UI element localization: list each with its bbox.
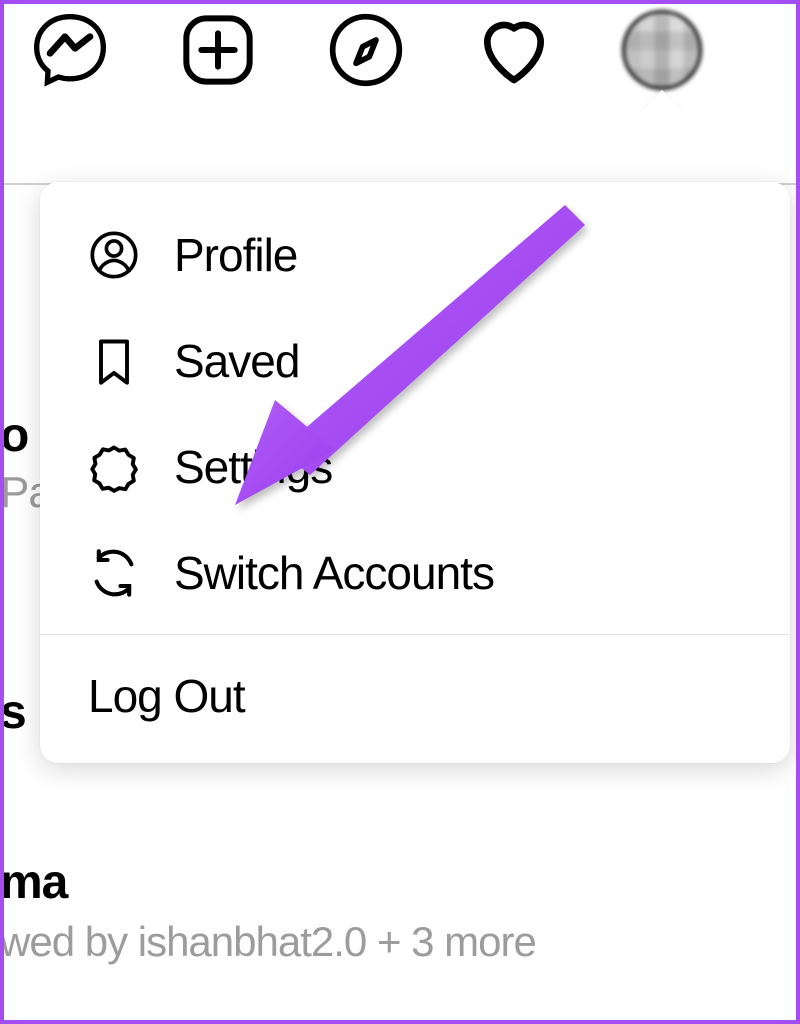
menu-item-label: Profile: [174, 228, 297, 282]
menu-item-label: Switch Accounts: [174, 546, 494, 600]
menu-item-logout[interactable]: Log Out: [40, 639, 790, 757]
menu-item-label: Saved: [174, 334, 299, 388]
menu-item-profile[interactable]: Profile: [40, 202, 790, 308]
menu-item-switch-accounts[interactable]: Switch Accounts: [40, 520, 790, 626]
profile-icon: [88, 229, 140, 281]
avatar-wrapper: [622, 10, 702, 90]
saved-icon: [88, 335, 140, 387]
profile-dropdown-menu: Profile Saved Settings Switch Accounts: [40, 182, 790, 763]
explore-icon[interactable]: [326, 10, 406, 90]
followed-by-text: wed by ishanbhat2.0 + 3 more: [0, 918, 800, 966]
switch-accounts-icon: [88, 547, 140, 599]
settings-icon: [88, 441, 140, 493]
create-icon[interactable]: [178, 10, 258, 90]
menu-item-label: Log Out: [88, 669, 245, 723]
menu-item-label: Settings: [174, 440, 332, 494]
menu-pointer: [640, 90, 684, 112]
bg-text-fragment: s: [0, 685, 26, 740]
bg-text-fragment: ma: [0, 855, 67, 910]
top-icon-bar: [0, 10, 800, 90]
messenger-icon[interactable]: [30, 10, 110, 90]
activity-heart-icon[interactable]: [474, 10, 554, 90]
menu-item-settings[interactable]: Settings: [40, 414, 790, 520]
avatar[interactable]: [622, 10, 702, 90]
menu-item-saved[interactable]: Saved: [40, 308, 790, 414]
menu-separator: [40, 634, 790, 635]
bg-text-fragment: o: [0, 408, 28, 463]
